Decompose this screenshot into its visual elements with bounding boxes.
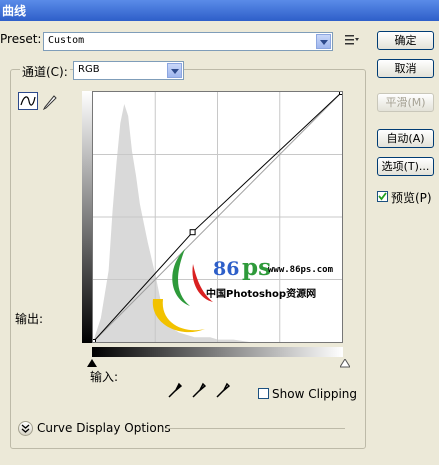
- options-button[interactable]: 选项(T)...: [377, 157, 434, 176]
- window-title: 曲线: [2, 4, 27, 18]
- logo-swoosh-icon: [152, 249, 213, 333]
- logo-number: 86: [213, 258, 240, 280]
- curve-tool-icon[interactable]: [18, 92, 38, 110]
- title-bar: 曲线: [0, 0, 439, 21]
- auto-button[interactable]: 自动(A): [377, 129, 434, 148]
- smooth-button[interactable]: 平滑(M): [377, 93, 434, 112]
- logo-letters: ps: [242, 254, 272, 281]
- preset-options-icon[interactable]: [345, 34, 359, 49]
- chevron-down-icon[interactable]: [316, 34, 331, 49]
- preset-value: Custom: [48, 35, 85, 46]
- preview-label: 预览(P): [391, 191, 432, 205]
- preview-checkbox[interactable]: [377, 191, 388, 202]
- divider: [165, 428, 345, 429]
- preset-label: Preset:: [0, 32, 42, 46]
- input-label: 输入:: [90, 370, 119, 384]
- channel-label: 通道(C):: [20, 63, 70, 80]
- output-gradient-bar: [82, 91, 92, 343]
- channel-value: RGB: [78, 64, 100, 75]
- watermark-logo: 86 ps www.86ps.com 中国Photoshop资源网: [145, 244, 355, 344]
- white-eyedropper-icon[interactable]: [214, 381, 231, 402]
- white-point-slider[interactable]: [339, 357, 351, 371]
- curve-control-point: [339, 89, 345, 95]
- pencil-tool-icon[interactable]: [41, 92, 61, 111]
- input-gradient-bar: [92, 347, 343, 357]
- output-label: 输出:: [15, 312, 44, 326]
- curve-control-point: [189, 229, 196, 236]
- chevron-down-icon[interactable]: [167, 63, 182, 78]
- show-clipping-label: Show Clipping: [272, 387, 358, 401]
- expand-chevron-icon[interactable]: [18, 421, 33, 436]
- black-eyedropper-icon[interactable]: [166, 381, 183, 402]
- curve-control-point: [90, 339, 96, 345]
- preset-dropdown[interactable]: Custom: [43, 32, 333, 51]
- show-clipping-checkbox[interactable]: [258, 388, 269, 399]
- logo-site-name: 中国Photoshop资源网: [206, 289, 317, 300]
- logo-url: www.86ps.com: [268, 265, 334, 275]
- cancel-button[interactable]: 取消: [377, 59, 434, 78]
- gray-eyedropper-icon[interactable]: [190, 381, 207, 402]
- channel-dropdown[interactable]: RGB: [73, 61, 184, 80]
- ok-button[interactable]: 确定: [377, 31, 434, 50]
- curve-display-options-label[interactable]: Curve Display Options: [37, 421, 171, 435]
